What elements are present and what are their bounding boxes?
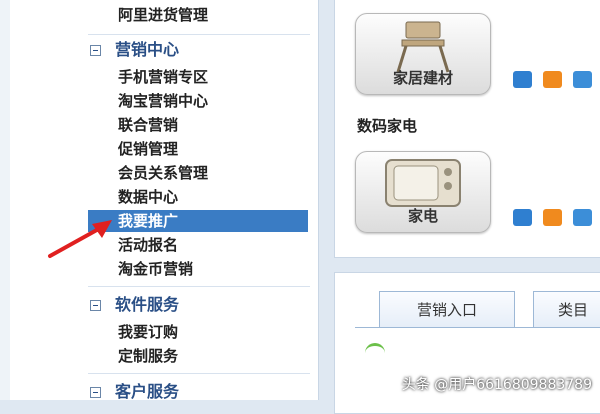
section-software-services[interactable]: 软件服务 [90, 293, 179, 317]
taobao-icon[interactable] [543, 209, 562, 226]
ie-icon[interactable] [513, 209, 532, 226]
collapse-icon[interactable] [90, 45, 101, 56]
section-customer-service[interactable]: 客户服务 [90, 380, 179, 404]
collapse-icon[interactable] [90, 300, 101, 311]
sidebar-item-event-signup[interactable]: 活动报名 [88, 234, 308, 256]
sidebar-item-mobile-marketing[interactable]: 手机营销专区 [88, 66, 308, 88]
sidebar-item-joint-marketing[interactable]: 联合营销 [88, 114, 308, 136]
tv-icon [385, 159, 461, 207]
sidebar-item-member-relations[interactable]: 会员关系管理 [88, 162, 308, 184]
ie-icon[interactable] [513, 71, 532, 88]
sidebar-item-custom-service[interactable]: 定制服务 [88, 345, 308, 367]
watermark: 头条 @用户6616809883789 [401, 377, 592, 393]
tile-label: 家居建材 [392, 69, 453, 87]
chair-icon [396, 21, 450, 73]
section-title: 营销中心 [115, 40, 180, 59]
divider [88, 286, 310, 287]
sidebar-edge [0, 0, 10, 400]
sidebar-item-taojinbi[interactable]: 淘金币营销 [88, 258, 308, 280]
sidebar-item-taobao-marketing[interactable]: 淘宝营销中心 [88, 90, 308, 112]
tile-label: 家电 [407, 207, 438, 225]
tile-home-building[interactable]: 家居建材 [355, 13, 491, 95]
sidebar: 阿里进货管理 营销中心 手机营销专区 淘宝营销中心 联合营销 促销管理 会员关系… [0, 0, 319, 401]
sidebar-item-data-center[interactable]: 数据中心 [88, 186, 308, 208]
section-marketing-center[interactable]: 营销中心 [90, 38, 179, 62]
collapse-icon[interactable] [90, 387, 101, 398]
tab-category[interactable]: 类目 [533, 291, 600, 327]
section-title: 软件服务 [115, 295, 180, 314]
divider [88, 34, 310, 35]
red-arrow-icon [48, 220, 112, 258]
loading-icon [365, 343, 385, 360]
tile-appliance[interactable]: 家电 [355, 151, 491, 233]
section-title: 客户服务 [115, 382, 180, 401]
sidebar-item-ali-purchase[interactable]: 阿里进货管理 [88, 4, 308, 26]
taobao-blue-icon[interactable] [573, 71, 592, 88]
category-title: 数码家电 [357, 117, 418, 135]
sidebar-item-promotion[interactable]: 促销管理 [88, 138, 308, 160]
sidebar-item-promote[interactable]: 我要推广 [88, 210, 308, 232]
tab-marketing-entry[interactable]: 营销入口 [379, 291, 515, 327]
category-panel: 家居建材 数码家电 家电 [334, 0, 600, 258]
taobao-icon[interactable] [543, 71, 562, 88]
divider [88, 373, 310, 374]
sidebar-item-subscribe[interactable]: 我要订购 [88, 321, 308, 343]
share-icon[interactable] [573, 209, 592, 226]
tab-divider [355, 327, 600, 328]
